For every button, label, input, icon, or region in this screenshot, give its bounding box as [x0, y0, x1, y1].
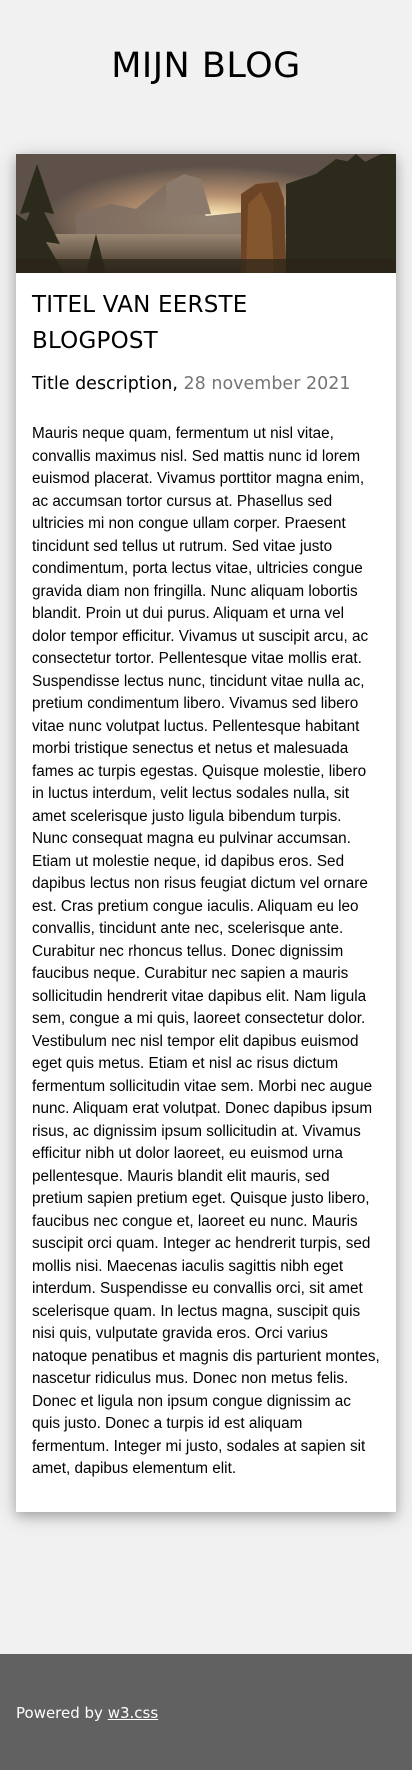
- site-title: MIJN BLOG: [111, 46, 301, 86]
- post-meta: Title description, 28 november 2021: [32, 371, 380, 397]
- post-content: TITEL VAN EERSTE BLOGPOST Title descript…: [16, 273, 396, 1481]
- hero-image: [16, 154, 396, 273]
- w3css-link[interactable]: w3.css: [108, 1704, 158, 1722]
- site-footer: Powered by w3.css: [0, 1654, 412, 1770]
- post-body: Mauris neque quam, fermentum ut nisl vit…: [32, 425, 380, 1477]
- site-header: MIJN BLOG: [0, 0, 412, 154]
- post-description: Title description,: [32, 374, 178, 394]
- post-title: TITEL VAN EERSTE BLOGPOST: [32, 292, 248, 354]
- post-date: 28 november 2021: [183, 374, 351, 394]
- footer-text: Powered by: [16, 1704, 108, 1722]
- blog-post-card: TITEL VAN EERSTE BLOGPOST Title descript…: [16, 154, 396, 1512]
